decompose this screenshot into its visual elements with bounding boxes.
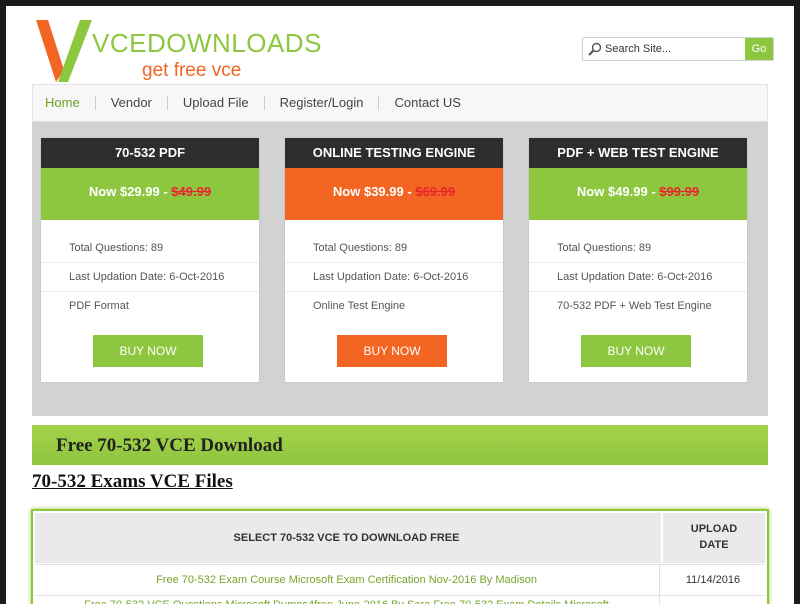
column-header-upload-line1: UPLOAD <box>690 523 738 535</box>
column-header-title: SELECT 70-532 VCE TO DOWNLOAD FREE <box>233 532 460 544</box>
pricing-card-pdf-web-engine: PDF + WEB TEST ENGINE Now $49.99 - $99.9… <box>528 137 748 383</box>
search-box: Go <box>582 37 774 61</box>
search-icon <box>588 42 602 56</box>
table-header: SELECT 70-532 VCE TO DOWNLOAD FREE UPLOA… <box>35 513 765 563</box>
price-now: Now $49.99 - <box>576 184 660 199</box>
feature-updation-date: Last Updation Date: 6-Oct-2016 <box>41 263 259 292</box>
card-features: Total Questions: 89 Last Updation Date: … <box>529 220 747 320</box>
nav-register-login[interactable]: Register/Login <box>265 96 380 110</box>
section-heading[interactable]: 70-532 Exams VCE Files <box>32 471 233 493</box>
pricing-card-online-engine: ONLINE TESTING ENGINE Now $39.99 - $69.9… <box>284 137 504 383</box>
table-row: Free 70-532 VCE Questions Microsoft Dump… <box>35 595 765 604</box>
logo-title: VCEDOWNLOADS <box>92 28 322 58</box>
page: VCEDOWNLOADS get free vce files Go Home … <box>6 6 794 604</box>
card-features: Total Questions: 89 Last Updation Date: … <box>285 220 503 320</box>
pricing-card-pdf: 70-532 PDF Now $29.99 - $49.99 Total Que… <box>40 137 260 383</box>
download-banner: Free 70-532 VCE Download <box>32 425 768 465</box>
card-title: 70-532 PDF <box>41 138 259 168</box>
nav-home[interactable]: Home <box>33 96 96 110</box>
buy-now-button[interactable]: BUY NOW <box>337 335 447 367</box>
feature-format: Online Test Engine <box>313 300 406 312</box>
feature-updation-date: Last Updation Date: 6-Oct-2016 <box>529 263 747 292</box>
upload-date: 11/14/2016 <box>659 565 766 595</box>
banner-title: Free 70-532 VCE Download <box>56 435 283 456</box>
feature-total-questions: Total Questions: 89 <box>529 234 747 263</box>
logo-v-icon <box>36 20 92 82</box>
search-go-button[interactable]: Go <box>745 38 773 60</box>
nav-contact-us[interactable]: Contact US <box>379 96 475 110</box>
vce-file-link[interactable]: Free 70-532 VCE Questions Microsoft Dump… <box>35 596 658 604</box>
vce-file-link[interactable]: Free 70-532 Exam Course Microsoft Exam C… <box>35 565 658 595</box>
feature-format: PDF Format <box>69 300 129 312</box>
buy-now-button[interactable]: BUY NOW <box>581 335 691 367</box>
feature-total-questions: Total Questions: 89 <box>285 234 503 263</box>
buy-now-button[interactable]: BUY NOW <box>93 335 203 367</box>
price-now: Now $29.99 - <box>88 184 172 199</box>
nav-upload-file[interactable]: Upload File <box>168 96 265 110</box>
price-old: $99.99 <box>659 184 700 199</box>
upload-date <box>659 596 766 604</box>
nav-vendor[interactable]: Vendor <box>96 96 168 110</box>
card-price: Now $49.99 - $99.99 <box>529 168 747 220</box>
pricing-section: 70-532 PDF Now $29.99 - $49.99 Total Que… <box>32 122 768 416</box>
card-price: Now $29.99 - $49.99 <box>41 168 259 220</box>
column-header-upload-date: UPLOAD DATE <box>661 513 765 563</box>
column-header-upload-line2: DATE <box>699 539 729 551</box>
main-nav: Home Vendor Upload File Register/Login C… <box>32 84 768 122</box>
table-row: Free 70-532 Exam Course Microsoft Exam C… <box>35 564 765 595</box>
site-logo[interactable]: VCEDOWNLOADS get free vce files <box>34 18 321 103</box>
card-features: Total Questions: 89 Last Updation Date: … <box>41 220 259 320</box>
price-old: $49.99 <box>171 184 212 199</box>
feature-format: 70-532 PDF + Web Test Engine <box>557 300 712 312</box>
price-now: Now $39.99 - <box>332 184 416 199</box>
feature-total-questions: Total Questions: 89 <box>41 234 259 263</box>
feature-updation-date: Last Updation Date: 6-Oct-2016 <box>285 263 503 292</box>
card-price: Now $39.99 - $69.99 <box>285 168 503 220</box>
price-old: $69.99 <box>415 184 456 199</box>
card-title: PDF + WEB TEST ENGINE <box>529 138 747 168</box>
search-input[interactable] <box>605 40 735 58</box>
card-title: ONLINE TESTING ENGINE <box>285 138 503 168</box>
vce-files-table: SELECT 70-532 VCE TO DOWNLOAD FREE UPLOA… <box>31 509 769 604</box>
